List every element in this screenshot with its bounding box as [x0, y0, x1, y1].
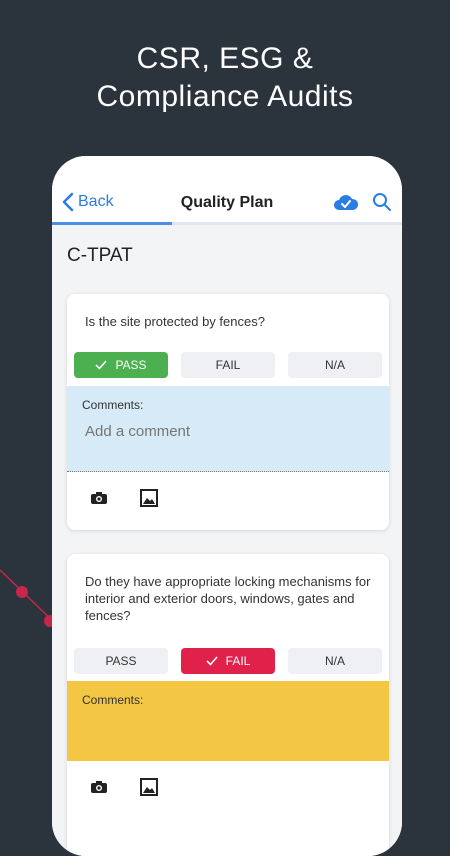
main-content: C-TPAT Is the site protected by fences? …	[52, 225, 402, 856]
phone-screen: Back Quality Plan C-TPAT Is the site pro…	[52, 156, 402, 856]
question-card-2: Do they have appropriate locking mechani…	[67, 554, 389, 856]
na-button[interactable]: N/A	[288, 648, 382, 674]
pass-button[interactable]: PASS	[74, 648, 168, 674]
question-text: Do they have appropriate locking mechani…	[85, 574, 371, 623]
fail-label: FAIL	[215, 358, 241, 372]
image-icon[interactable]	[140, 489, 158, 507]
section-title: C-TPAT	[67, 245, 133, 266]
camera-icon[interactable]	[90, 780, 108, 794]
na-label: N/A	[324, 358, 345, 372]
pass-label: PASS	[115, 358, 147, 372]
pass-button[interactable]: PASS	[74, 352, 168, 378]
comments-label: Comments:	[82, 693, 144, 707]
fail-button[interactable]: FAIL	[181, 648, 275, 674]
comments-box: Comments:	[67, 681, 389, 761]
comment-input[interactable]	[83, 717, 367, 736]
navbar: Back Quality Plan	[52, 156, 402, 225]
na-label: N/A	[324, 654, 345, 668]
check-icon	[95, 360, 108, 370]
fail-button[interactable]: FAIL	[181, 352, 275, 378]
comments-label: Comments:	[82, 398, 144, 412]
check-icon	[206, 656, 218, 666]
question-card-1: Is the site protected by fences? PASS FA…	[67, 294, 389, 530]
na-button[interactable]: N/A	[288, 352, 382, 378]
question-text: Is the site protected by fences?	[85, 314, 265, 329]
fail-label: FAIL	[225, 654, 251, 668]
pass-label: PASS	[105, 654, 137, 668]
camera-icon[interactable]	[90, 491, 108, 505]
comments-box: Comments:	[67, 386, 389, 472]
image-icon[interactable]	[140, 778, 158, 796]
cloud-check-icon[interactable]	[333, 194, 359, 212]
comment-input[interactable]	[83, 422, 367, 441]
search-icon[interactable]	[372, 192, 392, 212]
